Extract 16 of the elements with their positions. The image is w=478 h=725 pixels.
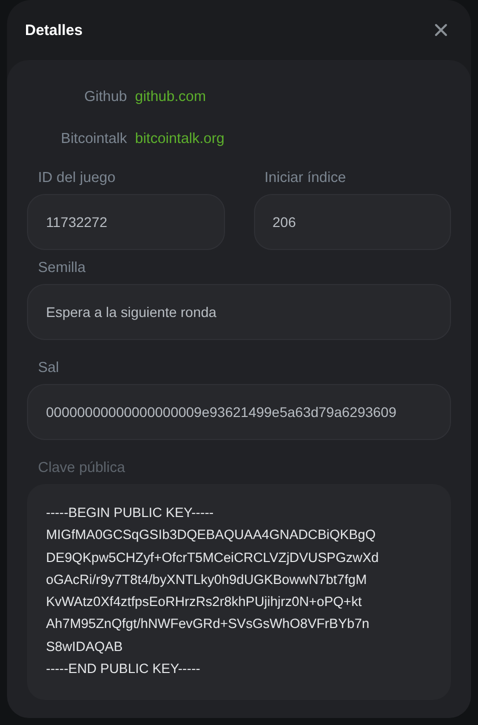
input-field[interactable]: 11732272: [27, 194, 224, 250]
input-field[interactable]: 00000000000000000009e93621499e5a63d79a6293609: [27, 384, 451, 440]
close-icon[interactable]: [433, 22, 449, 38]
field-label: Semilla: [38, 260, 87, 276]
field-label: Iniciar índice: [264, 170, 347, 186]
field-label: ID del juego: [38, 170, 116, 186]
link[interactable]: bitcointalk.org: [135, 131, 224, 147]
link-label: Bitcointalk: [60, 131, 127, 147]
link-label: Github: [83, 89, 127, 105]
input-field[interactable]: Espera a la siguiente ronda: [27, 284, 451, 340]
field-label: Clave pública: [38, 460, 126, 476]
public-key-field[interactable]: -----BEGIN PUBLIC KEY----- MIGfMA0GCSqGSIb3DQEBAQUAA4GNADCBiQKBgQ DE9QKpw5CHZyf+OfcrT5MCeiCRCLVZjDVUSPGzwXd oGAcRi/r9y7T8t4/byXNTLky0h9dUGKBowwN7bt7fgM KvWAtz0Xf4ztfpsEoRHrzRs2r8khPUjihjrz0N+oPQ+kt Ah7M95ZnQfgt/hNWFevGRd+SVsGsWhO8VFrBYb7n S8wIDAQAB -----END PUBLIC KEY-----: [27, 484, 451, 700]
dialog-title: Detalles: [25, 22, 83, 38]
field-label: Sal: [38, 360, 60, 376]
link[interactable]: github.com: [135, 89, 206, 105]
input-field[interactable]: 206: [254, 194, 451, 250]
